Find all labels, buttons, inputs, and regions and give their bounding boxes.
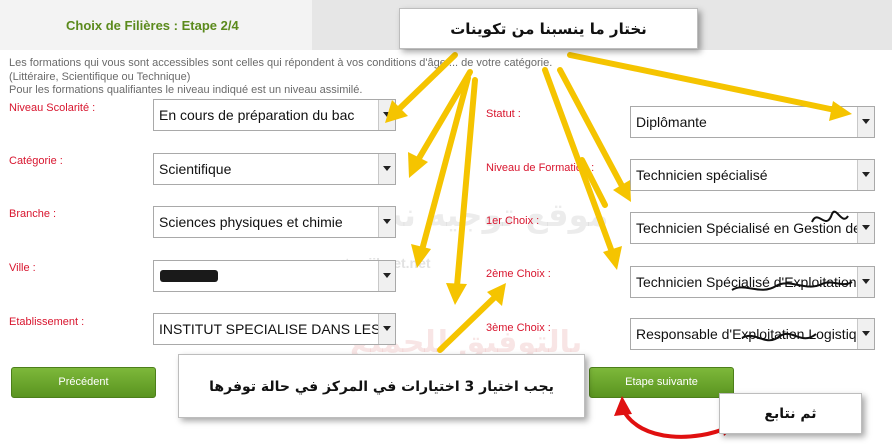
label-2eme-choix: 2ème Choix : bbox=[486, 268, 551, 280]
pointer-arrow bbox=[454, 77, 478, 289]
select-categorie[interactable]: Scientifique bbox=[153, 153, 396, 185]
arrowhead-icon bbox=[487, 283, 506, 306]
arrowhead-icon bbox=[408, 152, 428, 178]
pointer-arrow bbox=[419, 75, 471, 253]
select-niveau-scolarite[interactable]: En cours de préparation du bac bbox=[153, 99, 396, 131]
select-niveau-formation-value: Technicien spécialisé bbox=[636, 167, 768, 183]
chevron-down-icon bbox=[857, 160, 874, 190]
arrowhead-icon bbox=[446, 283, 467, 305]
select-1er-choix-value: Technicien Spécialisé en Gestion des bbox=[636, 220, 868, 236]
arrowhead-icon bbox=[411, 244, 431, 268]
chevron-down-icon bbox=[378, 261, 395, 291]
label-etablissement: Etablissement : bbox=[9, 316, 85, 328]
label-categorie: Catégorie : bbox=[9, 155, 63, 167]
callout-right: ثم نتابع bbox=[719, 393, 862, 434]
intro-text: Les formations qui vous sont accessibles… bbox=[9, 57, 552, 98]
chevron-down-icon bbox=[378, 314, 395, 344]
chevron-down-icon bbox=[378, 207, 395, 237]
step-tab: Choix de Filières : Etape 2/4 bbox=[0, 0, 312, 50]
intro-line-1: Les formations qui vous sont accessibles… bbox=[9, 57, 553, 69]
label-1er-choix: 1er Choix : bbox=[486, 215, 540, 227]
red-curved-arrow bbox=[620, 407, 727, 439]
select-niveau-formation[interactable]: Technicien spécialisé bbox=[630, 159, 875, 191]
select-branche[interactable]: Sciences physiques et chimie bbox=[153, 206, 396, 238]
callout-bottom: يجب اختيار 3 اختيارات في المركز في حالة … bbox=[178, 354, 585, 418]
select-etablissement[interactable]: INSTITUT SPECIALISE DANS LES bbox=[153, 313, 396, 345]
label-branche: Branche : bbox=[9, 208, 57, 220]
label-3eme-choix: 3ème Choix : bbox=[486, 322, 551, 334]
next-step-button[interactable]: Etape suivante bbox=[589, 367, 734, 398]
label-niveau-scolarite: Niveau Scolarité : bbox=[9, 102, 96, 114]
chevron-down-icon bbox=[857, 107, 874, 137]
previous-button[interactable]: Précédent bbox=[11, 367, 156, 398]
select-branche-value: Sciences physiques et chimie bbox=[159, 214, 343, 230]
chevron-down-icon bbox=[378, 100, 395, 130]
select-3eme-choix-value: Responsable d'Exploitation Logistique bbox=[636, 326, 873, 342]
select-1er-choix[interactable]: Technicien Spécialisé en Gestion des bbox=[630, 212, 875, 244]
select-statut[interactable]: Diplômante bbox=[630, 106, 875, 138]
intro-line-2: (Littéraire, Scientifique ou Technique) bbox=[9, 70, 191, 83]
label-ville: Ville : bbox=[9, 262, 36, 274]
pointer-arrow bbox=[567, 52, 838, 113]
select-ville[interactable] bbox=[153, 260, 396, 292]
pointer-arrow bbox=[542, 67, 615, 255]
arrowhead-icon bbox=[614, 396, 632, 416]
page-title: Choix de Filières : Etape 2/4 bbox=[66, 18, 239, 33]
select-3eme-choix[interactable]: Responsable d'Exploitation Logistique bbox=[630, 318, 875, 350]
select-etablissement-value: INSTITUT SPECIALISE DANS LES bbox=[159, 321, 381, 337]
chevron-down-icon bbox=[857, 267, 874, 297]
redaction-scribble bbox=[160, 270, 218, 282]
label-statut: Statut : bbox=[486, 108, 521, 120]
intro-line-3: Pour les formations qualifiantes le nive… bbox=[9, 84, 363, 96]
select-statut-value: Diplômante bbox=[636, 114, 707, 130]
select-2eme-choix[interactable]: Technicien Spécialisé d'Exploitation d bbox=[630, 266, 875, 298]
select-categorie-value: Scientifique bbox=[159, 161, 232, 177]
chevron-down-icon bbox=[857, 213, 874, 243]
arrowhead-icon bbox=[613, 180, 631, 202]
select-niveau-scolarite-value: En cours de préparation du bac bbox=[159, 107, 355, 123]
chevron-down-icon bbox=[857, 319, 874, 349]
arrowhead-icon bbox=[603, 246, 622, 270]
label-niveau-formation: Niveau de Formation : bbox=[486, 162, 595, 174]
callout-top: نختار ما ينسبنا من تكوينات bbox=[399, 8, 698, 49]
chevron-down-icon bbox=[378, 154, 395, 184]
select-2eme-choix-value: Technicien Spécialisé d'Exploitation d bbox=[636, 274, 869, 290]
